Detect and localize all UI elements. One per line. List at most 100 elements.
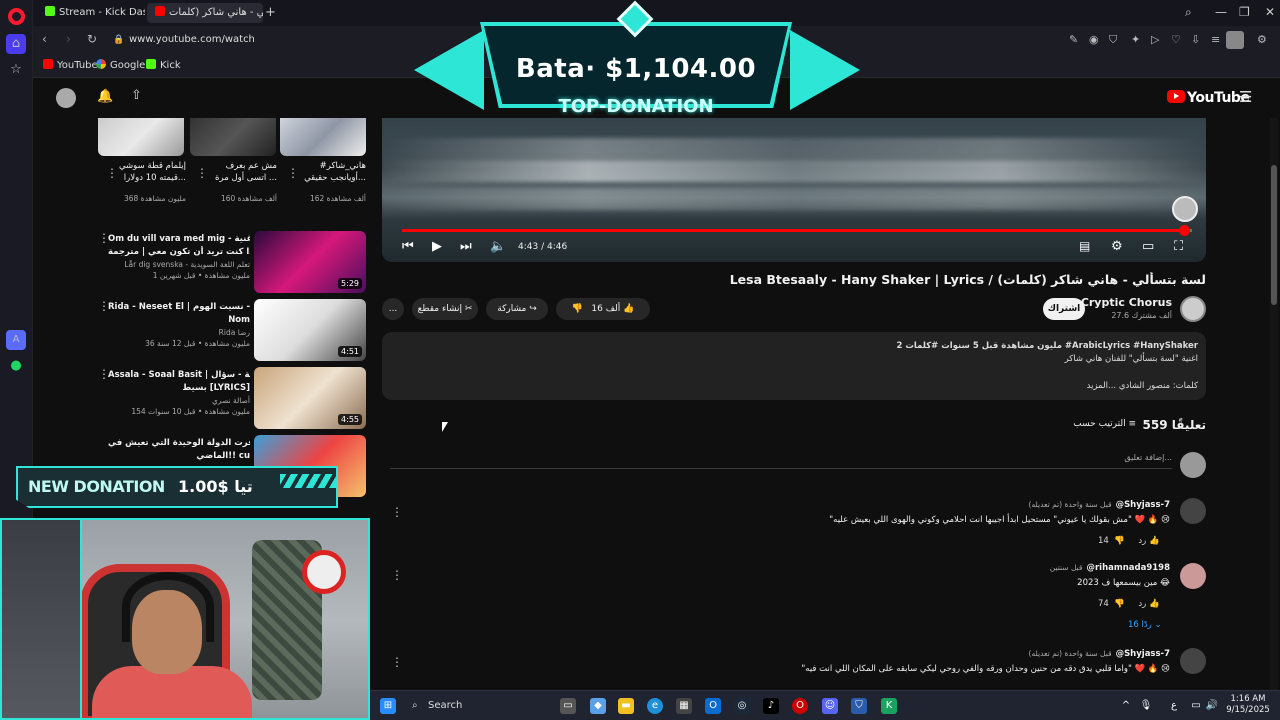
comment-user[interactable]: @rihamnada9198 <box>1086 563 1170 573</box>
subtitles-icon[interactable]: ▤ <box>1079 239 1090 253</box>
bookmark-kick[interactable]: Kick <box>146 59 181 71</box>
progress-bar[interactable] <box>402 225 1192 236</box>
commenter-avatar[interactable] <box>1180 498 1206 524</box>
play-icon[interactable]: ▶ <box>432 239 442 254</box>
shield-app-icon[interactable]: ⛉ <box>851 698 867 714</box>
store-icon[interactable]: ▦ <box>676 698 692 714</box>
dislike-icon[interactable]: 👎 <box>1114 599 1125 609</box>
download-icon[interactable]: ⇩ <box>1191 33 1200 46</box>
short-title[interactable]: #هاني_شاكر أويانجب حقيقي... <box>296 160 366 184</box>
short-thumbnail[interactable] <box>280 118 366 156</box>
add-comment-input[interactable]: إضافة تعليق... <box>390 453 1172 469</box>
extension-icon[interactable]: ✦ <box>1131 33 1140 46</box>
video-title[interactable]: Rida - Neseet El | رضا - نسيت الهوم <box>108 301 250 314</box>
like-icon[interactable]: 👍 <box>1149 536 1160 546</box>
previous-icon[interactable]: ⏮ <box>402 239 414 254</box>
steam-icon[interactable]: ◎ <box>734 698 750 714</box>
channel-watermark[interactable] <box>1172 196 1198 222</box>
video-channel[interactable]: أصالة نصري <box>108 395 250 406</box>
edge-icon[interactable]: e <box>647 698 663 714</box>
network-icon[interactable]: ▭ <box>1188 698 1204 714</box>
video-title-line2[interactable]: بسيط [LYRICS] <box>108 382 250 395</box>
tab-youtube[interactable]: لسة بتسألي - هاني شاكر (كلمات <box>147 3 263 23</box>
account-avatar[interactable] <box>56 88 76 108</box>
dislike-icon[interactable]: 👎 <box>572 304 583 314</box>
more-icon[interactable]: ⋮ <box>391 568 403 582</box>
taskbar-search[interactable]: ⌕ Search <box>406 696 556 716</box>
home-icon[interactable]: ⌂ <box>6 34 26 54</box>
kick-studio-icon[interactable]: K <box>881 698 897 714</box>
ai-icon[interactable]: A <box>6 330 26 350</box>
more-icon[interactable]: ⋮ <box>196 166 208 180</box>
edit-icon[interactable]: ✎ <box>1069 33 1078 46</box>
reload-icon[interactable]: ↻ <box>87 32 97 46</box>
more-icon[interactable]: ⋮ <box>106 166 118 180</box>
commenter-avatar[interactable] <box>1180 563 1206 589</box>
star-icon[interactable]: ☆ <box>6 60 26 80</box>
clip-button[interactable]: إنشاء مقطع ✂ <box>412 298 478 320</box>
upload-icon[interactable]: ⇧ <box>131 88 142 103</box>
video-title-line2[interactable]: Nom <box>108 314 250 327</box>
reply-button[interactable]: رد <box>1138 536 1146 546</box>
taskbar-clock[interactable]: 1:16 AM 9/15/2025 <box>1220 694 1276 716</box>
tab-kick-dashboard[interactable]: Stream - Kick Dashboard <box>37 3 145 23</box>
settings-icon[interactable]: ⚙ <box>1111 239 1123 254</box>
volume-icon[interactable]: 🔈 <box>490 239 506 254</box>
tiktok-icon[interactable]: ♪ <box>763 698 779 714</box>
scrollbar-thumb[interactable] <box>1271 165 1277 305</box>
menu-icon[interactable]: ≡ <box>1211 33 1220 46</box>
bookmark-google[interactable]: Google <box>96 59 145 71</box>
dislike-icon[interactable]: 👎 <box>1114 536 1125 546</box>
comment-user[interactable]: @Shyjass-7 <box>1116 649 1170 659</box>
bell-icon[interactable]: 🔔 <box>97 89 113 104</box>
like-icon[interactable]: 👍 <box>1149 599 1160 609</box>
replies-toggle[interactable]: 16 ردًا ⌄ <box>1128 620 1162 630</box>
spotify-icon[interactable]: ● <box>6 356 26 376</box>
profile-avatar[interactable] <box>1226 31 1244 49</box>
close-icon[interactable]: ✕ <box>1265 5 1275 19</box>
short-title[interactable]: إيلمام قطة سوشي قيمته 10 دولارا... <box>110 160 186 184</box>
microphone-icon[interactable]: 🎙 <box>1138 698 1154 714</box>
reply-button[interactable]: رد <box>1138 599 1146 609</box>
related-video[interactable]: 5:29 Om du vill vara med mig - اغنية إذا… <box>98 231 368 293</box>
new-tab-icon[interactable]: + <box>265 5 276 20</box>
forward-icon[interactable]: › <box>66 32 71 46</box>
more-icon[interactable]: ⋮ <box>98 299 110 313</box>
video-thumbnail[interactable]: 4:55 <box>254 367 366 429</box>
back-icon[interactable]: ‹ <box>42 32 47 46</box>
sort-button[interactable]: الترتيب حسب ≡ <box>1040 419 1136 429</box>
shield-icon[interactable]: ⛉ <box>1109 33 1117 47</box>
opera-logo-icon[interactable] <box>8 8 25 25</box>
channel-name[interactable]: Cryptic Chorus <box>1080 296 1172 309</box>
short-thumbnail[interactable] <box>98 118 184 156</box>
bookmark-youtube[interactable]: YouTube <box>43 59 98 71</box>
opera-menu-icon[interactable]: ⚙ <box>1257 33 1267 46</box>
progress-scrubber[interactable] <box>1179 225 1191 236</box>
more-icon[interactable]: ⋮ <box>98 231 110 245</box>
video-channel[interactable]: Rida رضا <box>108 327 250 338</box>
next-icon[interactable]: ⏭ <box>460 239 472 254</box>
related-video[interactable]: 4:55 Assala - Soaal Basit | أصالة - سؤال… <box>98 367 368 429</box>
more-icon[interactable]: ⋮ <box>98 367 110 381</box>
minimize-icon[interactable]: — <box>1215 5 1227 19</box>
camera-icon[interactable]: ◉ <box>1089 33 1099 46</box>
description-box[interactable]: 2 مليون مشاهدة قبل 5 سنوات #كلمات #Arabi… <box>382 332 1206 400</box>
video-thumbnail[interactable]: 5:29 <box>254 231 366 293</box>
windows-start-icon[interactable]: ⊞ <box>380 698 396 714</box>
more-icon[interactable]: ⋮ <box>391 655 403 669</box>
more-actions-button[interactable]: ... <box>382 298 404 320</box>
comment-user[interactable]: @Shyjass-7 <box>1116 500 1170 510</box>
related-video[interactable]: 4:51 Rida - Neseet El | رضا - نسيت الهوم… <box>98 299 368 361</box>
copilot-icon[interactable]: ◆ <box>590 698 606 714</box>
maximize-icon[interactable]: ❐ <box>1239 5 1250 19</box>
video-channel[interactable]: Lår dig svenska - تعلم اللغة السويدية <box>108 259 250 270</box>
subscribe-button[interactable]: اشتراك <box>1043 298 1085 320</box>
video-thumbnail[interactable]: 4:51 <box>254 299 366 361</box>
search-tabs-icon[interactable]: ⌕ <box>1185 5 1192 20</box>
video-title[interactable]: Om du vill vara med mig - اغنية <box>108 233 250 246</box>
share-button[interactable]: مشاركة ↪ <box>486 298 548 320</box>
channel-avatar[interactable] <box>1180 296 1206 322</box>
heart-icon[interactable]: ♡ <box>1171 33 1181 46</box>
opera-icon[interactable]: O <box>792 698 808 714</box>
tray-chevron-icon[interactable]: ^ <box>1118 698 1134 714</box>
